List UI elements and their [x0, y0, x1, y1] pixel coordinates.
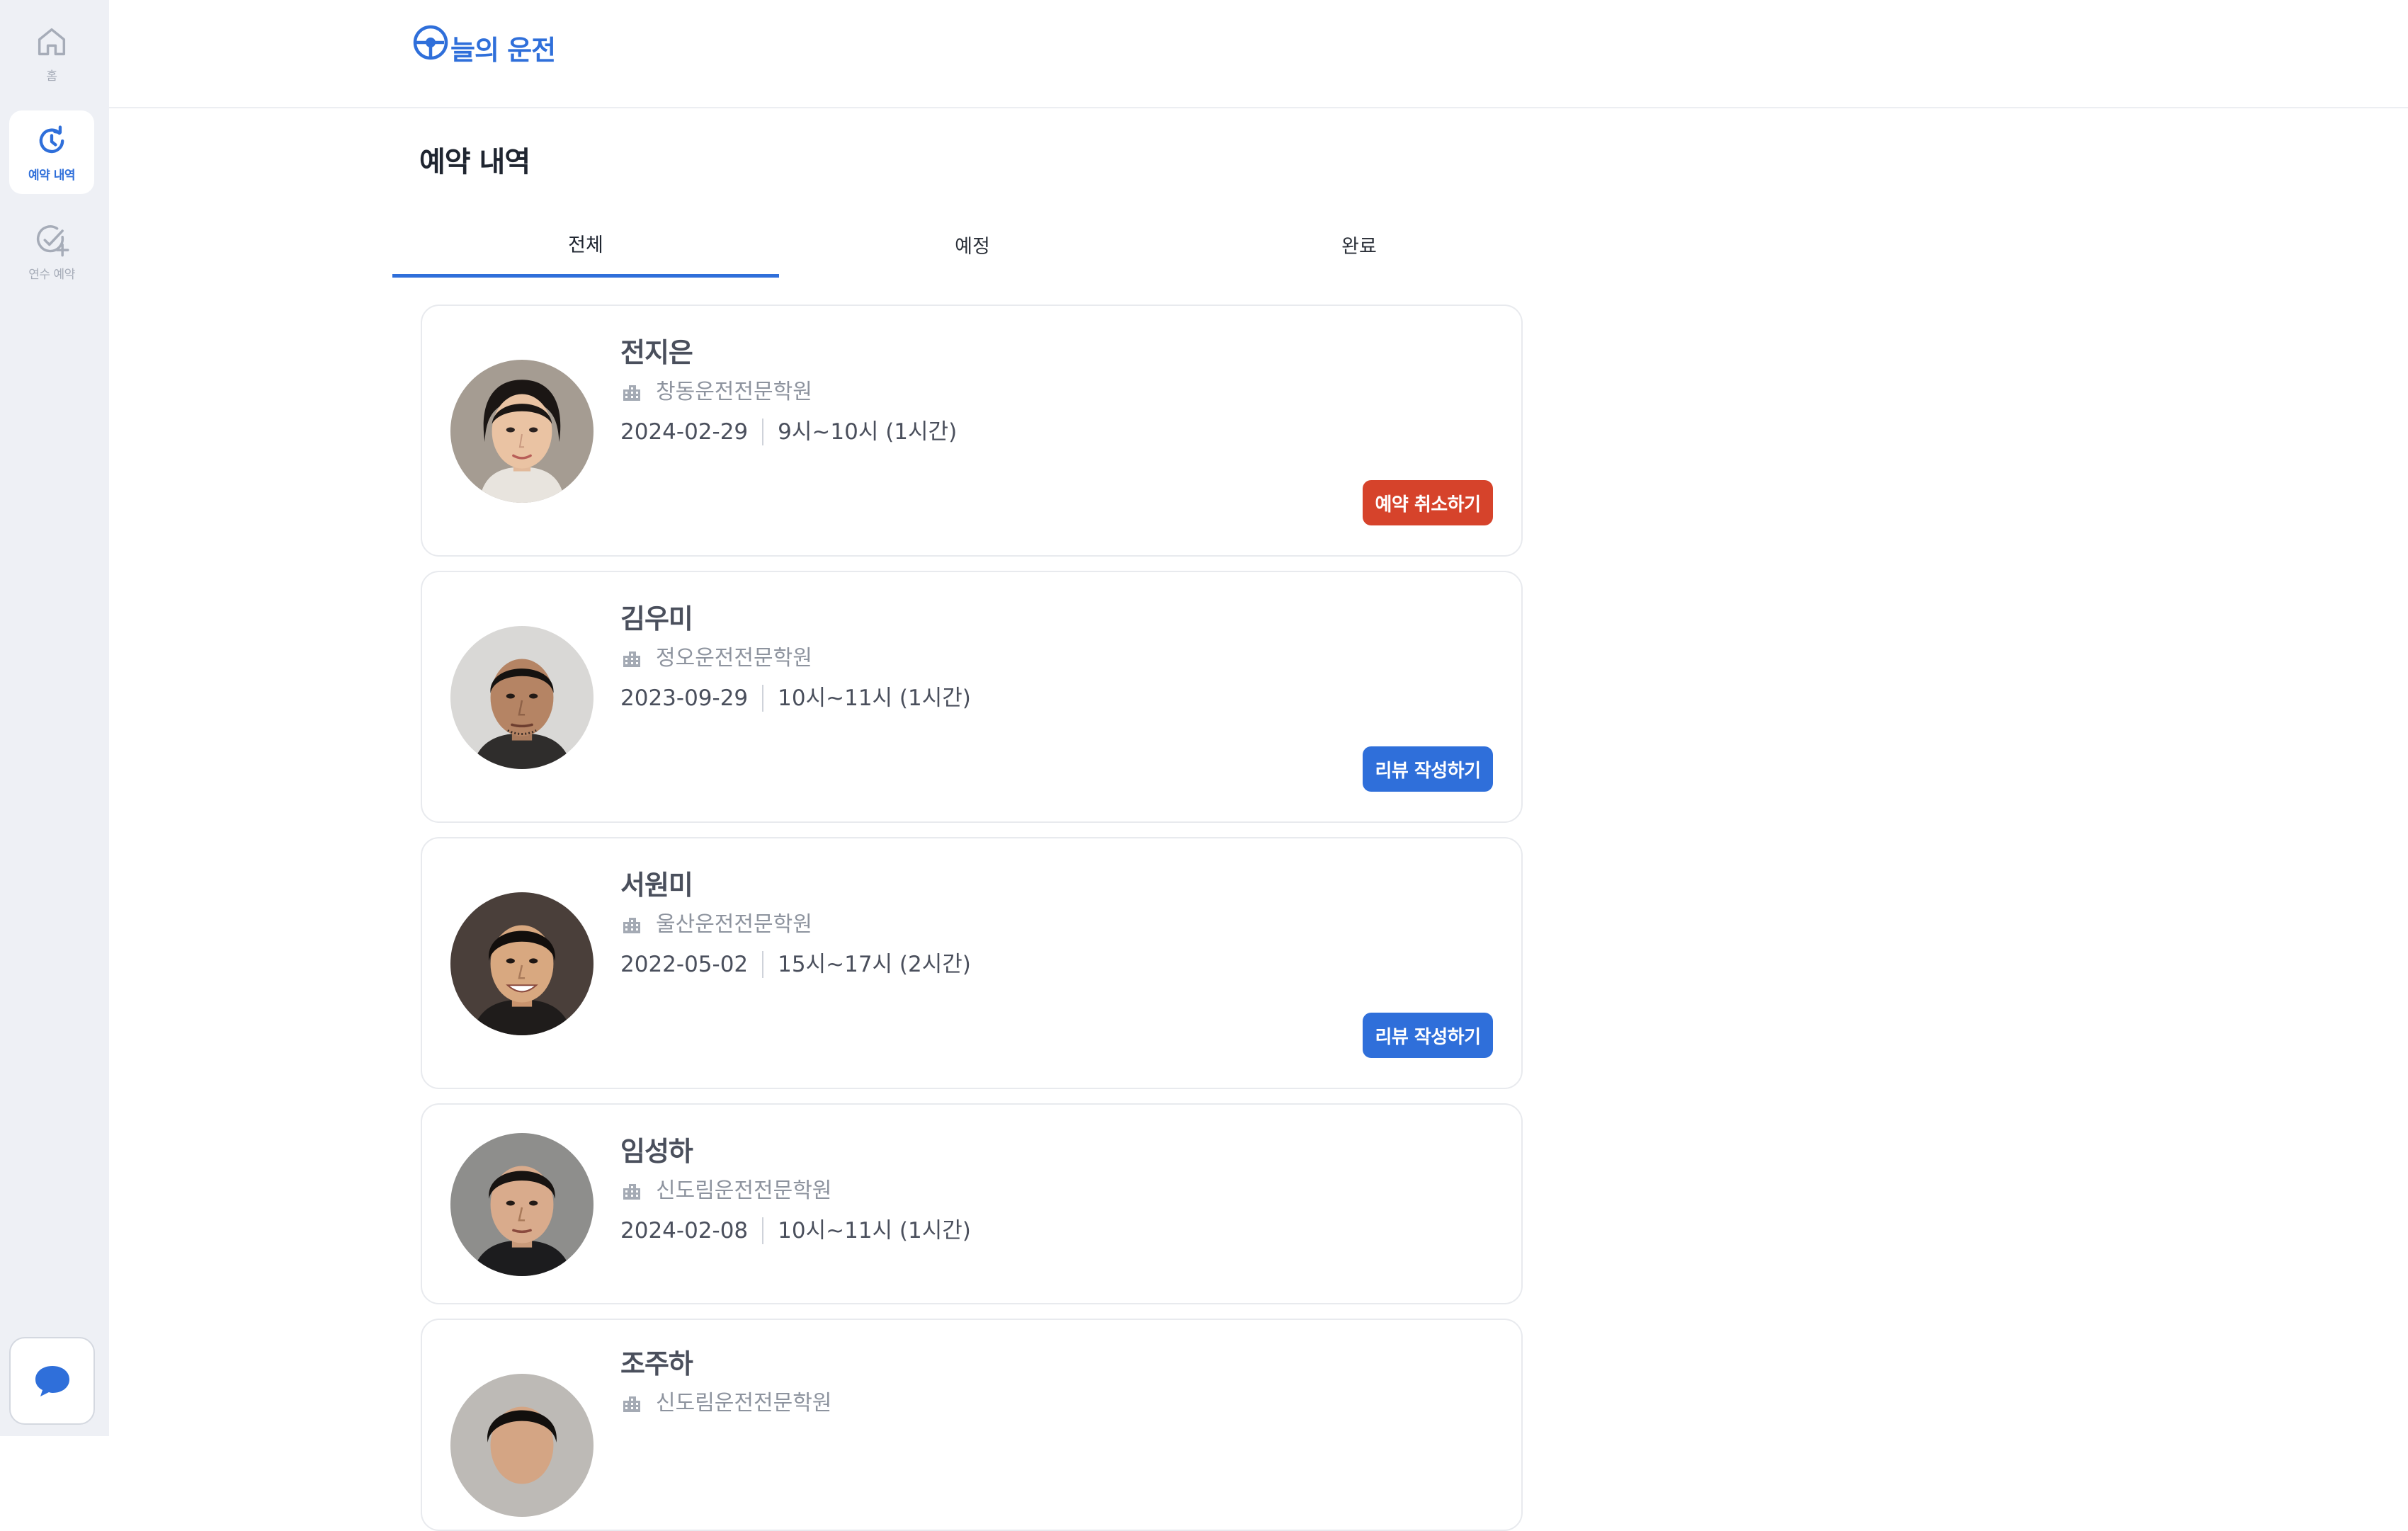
tab-completed[interactable]: 완료: [1166, 212, 1552, 278]
cancel-reservation-button[interactable]: 예약 취소하기: [1363, 480, 1493, 525]
divider: [762, 951, 764, 978]
instructor-name: 서원미: [620, 870, 693, 901]
write-review-button[interactable]: 리뷰 작성하기: [1363, 1013, 1493, 1058]
reservation-date: 2023-09-29: [620, 685, 749, 711]
schedule-row: 2024-02-29 9시~10시 (1시간): [620, 418, 957, 446]
schedule-row: 2023-09-29 10시~11시 (1시간): [620, 684, 971, 712]
school-row: 정오운전전문학원: [620, 644, 971, 673]
divider: [762, 685, 764, 712]
tab-upcoming[interactable]: 예정: [779, 212, 1166, 278]
home-icon: [38, 28, 66, 55]
check-plus-icon: [36, 224, 69, 256]
reservation-card: 전지은 창동운전전문학원 2024-02-29 9시~10시 (1시간) 예약 …: [421, 305, 1523, 557]
rail-item-label: 예약 내역: [28, 168, 75, 183]
rail-item-history[interactable]: 예약 내역: [9, 110, 94, 194]
rail-item-label: 연수 예약: [28, 267, 75, 282]
steering-wheel-icon: [413, 25, 448, 60]
reservation-card: 조주하 신도림운전전문학원: [421, 1319, 1523, 1531]
instructor-name: 조주하: [620, 1348, 693, 1379]
school-name: 정오운전전문학원: [656, 646, 812, 671]
divider: [762, 1217, 764, 1244]
side-rail: 홈 예약 내역 연수 예약: [0, 0, 109, 1436]
reservation-time: 15시~17시 (2시간): [778, 952, 971, 977]
reservation-date: 2022-05-02: [620, 952, 749, 977]
rail-item-home[interactable]: 홈: [9, 11, 94, 95]
building-icon: [623, 918, 640, 933]
reservation-time: 10시~11시 (1시간): [778, 685, 971, 711]
school-row: 울산운전전문학원: [620, 911, 971, 939]
reservation-card: 임성하 신도림운전전문학원 2024-02-08 10시~11시 (1시간): [421, 1103, 1523, 1304]
chat-button[interactable]: [9, 1337, 95, 1425]
school-name: 창동운전전문학원: [656, 380, 812, 404]
logo[interactable]: 늘의 운전: [412, 24, 556, 67]
instructor-avatar: [450, 360, 594, 503]
write-review-button[interactable]: 리뷰 작성하기: [1363, 746, 1493, 792]
tab-all[interactable]: 전체: [392, 212, 779, 278]
instructor-name: 임성하: [620, 1136, 693, 1167]
instructor-avatar: [450, 1133, 594, 1276]
building-icon: [623, 1396, 640, 1412]
building-icon: [623, 651, 640, 667]
reservation-tabs: 전체 예정 완료: [392, 212, 1557, 278]
divider: [762, 419, 764, 445]
instructor-avatar: [450, 1374, 594, 1517]
reservation-time: 9시~10시 (1시간): [778, 419, 958, 445]
rail-item-label: 홈: [46, 69, 57, 84]
school-row: 신도림운전전문학원: [620, 1177, 971, 1205]
schedule-row: 2022-05-02 15시~17시 (2시간): [620, 950, 971, 979]
instructor-avatar: [450, 626, 594, 769]
schedule-row: 2024-02-08 10시~11시 (1시간): [620, 1217, 971, 1245]
chat-bubble-icon: [35, 1366, 69, 1396]
school-row: 신도림운전전문학원: [620, 1389, 831, 1418]
instructor-name: 김우미: [620, 603, 693, 634]
top-header: 늘의 운전: [109, 0, 2408, 108]
reservation-card: 서원미 울산운전전문학원 2022-05-02 15시~17시 (2시간) 리뷰…: [421, 837, 1523, 1089]
school-name: 신도림운전전문학원: [656, 1178, 832, 1203]
history-icon: [39, 125, 64, 153]
school-row: 창동운전전문학원: [620, 378, 957, 406]
instructor-name: 전지은: [620, 337, 693, 368]
school-name: 신도림운전전문학원: [656, 1391, 832, 1416]
instructor-avatar: [450, 892, 594, 1035]
logo-text: 늘의 운전: [450, 35, 556, 66]
rail-item-book-lesson[interactable]: 연수 예약: [9, 210, 94, 293]
reservation-date: 2024-02-08: [620, 1218, 749, 1243]
page-title: 예약 내역: [419, 146, 530, 178]
reservation-card: 김우미 정오운전전문학원 2023-09-29 10시~11시 (1시간) 리뷰…: [421, 571, 1523, 823]
building-icon: [623, 385, 640, 401]
school-name: 울산운전전문학원: [656, 912, 812, 937]
reservation-date: 2024-02-29: [620, 419, 749, 445]
reservation-time: 10시~11시 (1시간): [778, 1218, 971, 1243]
building-icon: [623, 1184, 640, 1200]
